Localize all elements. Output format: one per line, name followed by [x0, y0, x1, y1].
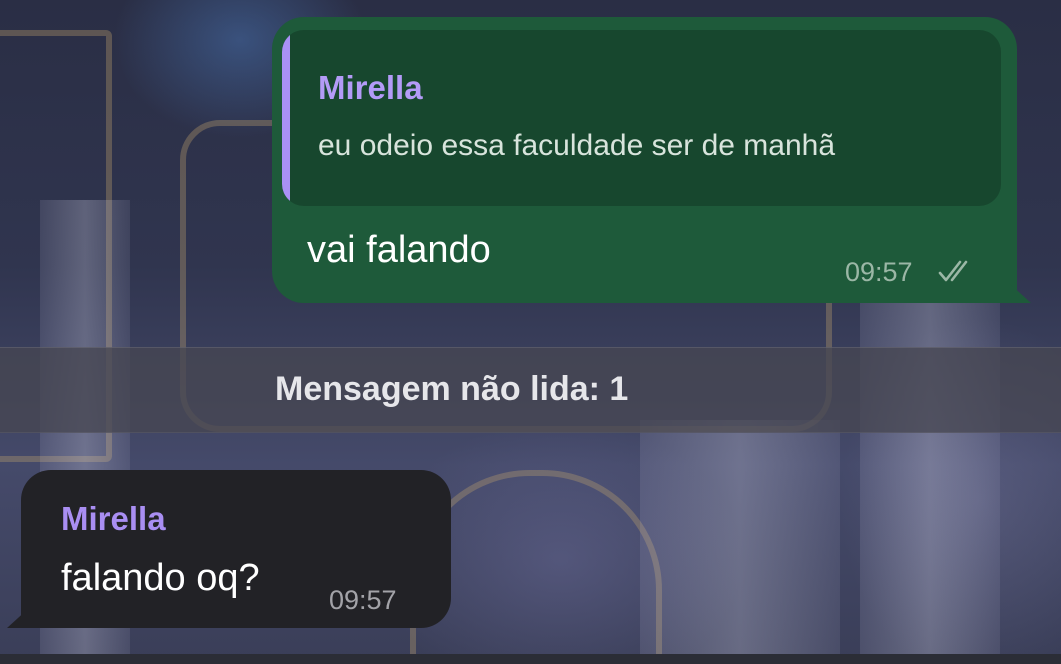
- outgoing-bubble-tail: [1009, 283, 1031, 303]
- reply-accent-bar: [282, 30, 290, 206]
- incoming-message-bubble[interactable]: Mirella falando oq? 09:57: [7, 470, 451, 628]
- incoming-author-name[interactable]: Mirella: [61, 500, 166, 538]
- unread-count-label: Mensagem não lida: 1: [275, 370, 629, 408]
- reply-quote[interactable]: [282, 30, 1001, 206]
- bottom-bar: [0, 654, 1061, 664]
- reply-author-name: Mirella: [318, 69, 423, 106]
- incoming-message-text: falando oq?: [61, 557, 260, 599]
- outgoing-message-bubble[interactable]: Mirella eu odeio essa faculdade ser de m…: [272, 17, 1031, 303]
- incoming-bubble-tail: [7, 608, 29, 628]
- outgoing-message-time: 09:57: [845, 257, 913, 287]
- incoming-message-time: 09:57: [329, 585, 397, 615]
- reply-quoted-text: eu odeio essa faculdade ser de manhã: [318, 129, 836, 162]
- outgoing-message-text: vai falando: [307, 229, 491, 271]
- unread-messages-divider: Mensagem não lida: 1: [0, 347, 1061, 433]
- double-check-icon: [938, 260, 968, 282]
